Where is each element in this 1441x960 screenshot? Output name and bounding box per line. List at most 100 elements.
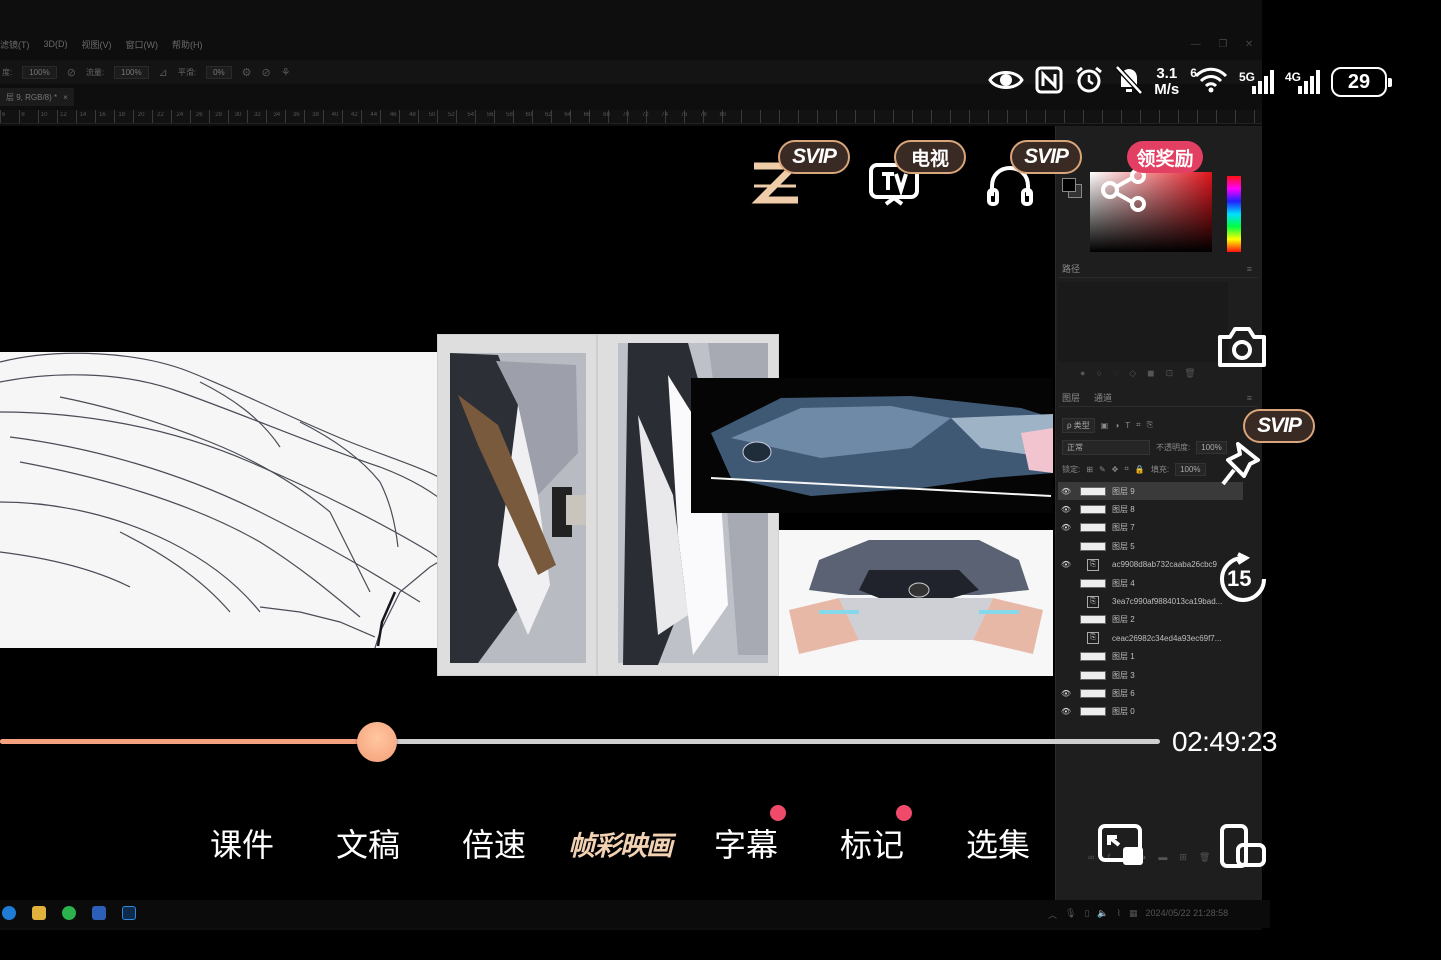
picture-in-picture-icon[interactable]	[1097, 823, 1147, 874]
layer-filter-select[interactable]: ρ 类型	[1062, 417, 1095, 433]
ruler-number: 8	[21, 112, 25, 118]
group-icon[interactable]: ▬	[1158, 852, 1167, 863]
tray-chevron-icon[interactable]: ︿	[1048, 908, 1057, 921]
filter-shape-icon[interactable]: ⌗	[1136, 420, 1141, 430]
tray-volume-icon[interactable]: 🔈	[1097, 908, 1108, 921]
minimize-icon[interactable]: —	[1191, 39, 1201, 50]
layer-row[interactable]: 图层 1	[1058, 648, 1243, 666]
blend-mode-select[interactable]: 正常	[1062, 439, 1150, 455]
menu-courseware[interactable]: 课件	[210, 820, 274, 866]
tab-channels[interactable]: 通道	[1094, 391, 1112, 404]
wechat-icon[interactable]	[62, 906, 76, 920]
menu-subtitles[interactable]: 字幕	[714, 820, 778, 866]
ps-menu-filter[interactable]: 滤镜(T)	[0, 38, 30, 51]
layer-row[interactable]: 👁 图层 0	[1058, 703, 1243, 721]
tray-wifi-off-icon[interactable]: ⌇	[1117, 908, 1121, 921]
visibility-eye-icon[interactable]: 👁	[1058, 689, 1074, 698]
load-selection-icon[interactable]: ◌	[1113, 368, 1118, 379]
ps-menu-window[interactable]: 窗口(W)	[126, 38, 159, 51]
lock-move-icon[interactable]: ✥	[1112, 465, 1119, 474]
taskbar-clock[interactable]: 2024/05/22 21:28:58	[1146, 908, 1229, 921]
layer-row[interactable]: 👁 图层 7	[1058, 519, 1243, 537]
pressure-size-icon[interactable]: ⊘	[262, 66, 271, 79]
flow-field[interactable]: 100%	[114, 65, 149, 79]
visibility-eye-icon[interactable]: 👁	[1058, 487, 1074, 496]
flow-label: 流量:	[85, 67, 105, 77]
ruler-number: 18	[118, 112, 126, 118]
layer-name: 图层 0	[1112, 707, 1135, 717]
ruler-number: 6	[2, 112, 6, 118]
system-tray: ︿ 🎙 ▯ 🔈 ⌇ ▦ 2024/05/22 21:28:58	[1048, 908, 1228, 921]
tv-badge: 电视	[894, 140, 966, 174]
lock-paint-icon[interactable]: ✎	[1099, 465, 1106, 474]
ps-menu-3d[interactable]: 3D(D)	[44, 39, 68, 49]
progress-thumb[interactable]	[357, 722, 397, 762]
ruler-number: 70	[622, 112, 630, 118]
layer-row[interactable]: 👁 图层 8	[1058, 500, 1243, 518]
menu-episodes[interactable]: 选集	[966, 820, 1030, 866]
close-icon[interactable]: ✕	[1245, 39, 1253, 50]
reward-badge[interactable]: 领奖励	[1127, 141, 1203, 173]
lock-transparency-icon[interactable]: ⊞	[1086, 465, 1093, 474]
fill-path-icon[interactable]: ●	[1080, 368, 1085, 379]
ruler-number: 76	[680, 112, 688, 118]
filter-smart-icon[interactable]: ⎘	[1147, 420, 1153, 430]
menu-bookmarks[interactable]: 标记	[840, 820, 904, 866]
camera-icon[interactable]	[1216, 323, 1268, 374]
menu-speed[interactable]: 倍速	[462, 820, 526, 866]
settings-gear-icon[interactable]: ⚙	[242, 66, 252, 79]
photoshop-taskbar-icon[interactable]	[122, 906, 136, 920]
lock-all-icon[interactable]: 🔒	[1135, 465, 1145, 474]
filter-adjust-icon[interactable]: ◑	[1114, 421, 1119, 430]
add-mask-icon[interactable]: ◼	[1147, 368, 1154, 379]
ps-menu-help[interactable]: 帮助(H)	[172, 38, 203, 51]
visibility-eye-icon[interactable]: 👁	[1058, 505, 1074, 514]
layer-row[interactable]: ⎘ ceac26982c34ed4a93ec69f7...	[1058, 629, 1243, 647]
ps-menu-view[interactable]: 视图(V)	[82, 38, 112, 51]
lock-artboard-icon[interactable]: ⌗	[1124, 464, 1129, 474]
menu-transcript[interactable]: 文稿	[336, 820, 400, 866]
menu-color-cinema[interactable]: 帧彩映画	[568, 824, 673, 863]
filter-type-icon[interactable]: T	[1125, 421, 1130, 430]
pin-icon[interactable]	[1220, 438, 1266, 493]
layer-row[interactable]: 图层 2	[1058, 611, 1243, 629]
make-work-path-icon[interactable]: ◇	[1129, 368, 1136, 379]
delete-path-icon[interactable]: 🗑	[1184, 368, 1195, 379]
opacity-field[interactable]: 100%	[22, 65, 57, 79]
tab-layers[interactable]: 图层	[1062, 391, 1080, 404]
share-icon[interactable]	[1100, 168, 1150, 217]
panel-menu-icon[interactable]: ≡	[1247, 393, 1252, 403]
layer-row[interactable]: 👁 图层 9	[1058, 482, 1243, 501]
stroke-path-icon[interactable]: ○	[1096, 368, 1101, 379]
layer-name: 图层 5	[1112, 541, 1135, 551]
tray-network-icon[interactable]: ▦	[1129, 908, 1138, 921]
delete-layer-icon[interactable]: 🗑	[1199, 852, 1210, 863]
pressure-opacity-icon[interactable]: ⊘	[67, 66, 76, 79]
visibility-eye-icon[interactable]: 👁	[1058, 707, 1074, 716]
airbrush-icon[interactable]: ⊿	[159, 66, 168, 79]
word-icon[interactable]	[92, 906, 106, 920]
file-explorer-icon[interactable]	[32, 906, 46, 920]
visibility-eye-icon[interactable]: 👁	[1058, 560, 1074, 569]
fill-field[interactable]: 100%	[1175, 462, 1206, 476]
filter-pixel-icon[interactable]: ▣	[1101, 421, 1109, 430]
total-time: 02:49:23	[1172, 726, 1278, 757]
edge-browser-icon[interactable]	[2, 906, 16, 920]
layer-row[interactable]: 图层 3	[1058, 666, 1243, 684]
panel-menu-icon[interactable]: ≡	[1247, 264, 1252, 274]
symmetry-icon[interactable]: ⚘	[281, 66, 291, 79]
document-tab-close-icon[interactable]: ×	[63, 93, 68, 102]
restore-icon[interactable]: ❐	[1218, 39, 1227, 50]
tray-usb-icon[interactable]: ▯	[1084, 908, 1089, 921]
tray-mic-icon[interactable]: 🎙	[1065, 908, 1076, 921]
document-tab[interactable]: 层 9, RGB/8) * ×	[0, 88, 74, 106]
paths-list[interactable]	[1058, 282, 1228, 362]
smooth-field[interactable]: 0%	[206, 65, 232, 79]
rotate-device-icon[interactable]	[1218, 823, 1268, 874]
paths-panel-title[interactable]: 路径	[1062, 262, 1080, 275]
new-layer-icon[interactable]: ⊞	[1179, 852, 1187, 863]
visibility-eye-icon[interactable]: 👁	[1058, 523, 1074, 532]
new-path-icon[interactable]: ⊡	[1166, 368, 1174, 379]
wifi-icon	[1194, 66, 1228, 99]
layer-row[interactable]: 👁 图层 6	[1058, 684, 1243, 702]
